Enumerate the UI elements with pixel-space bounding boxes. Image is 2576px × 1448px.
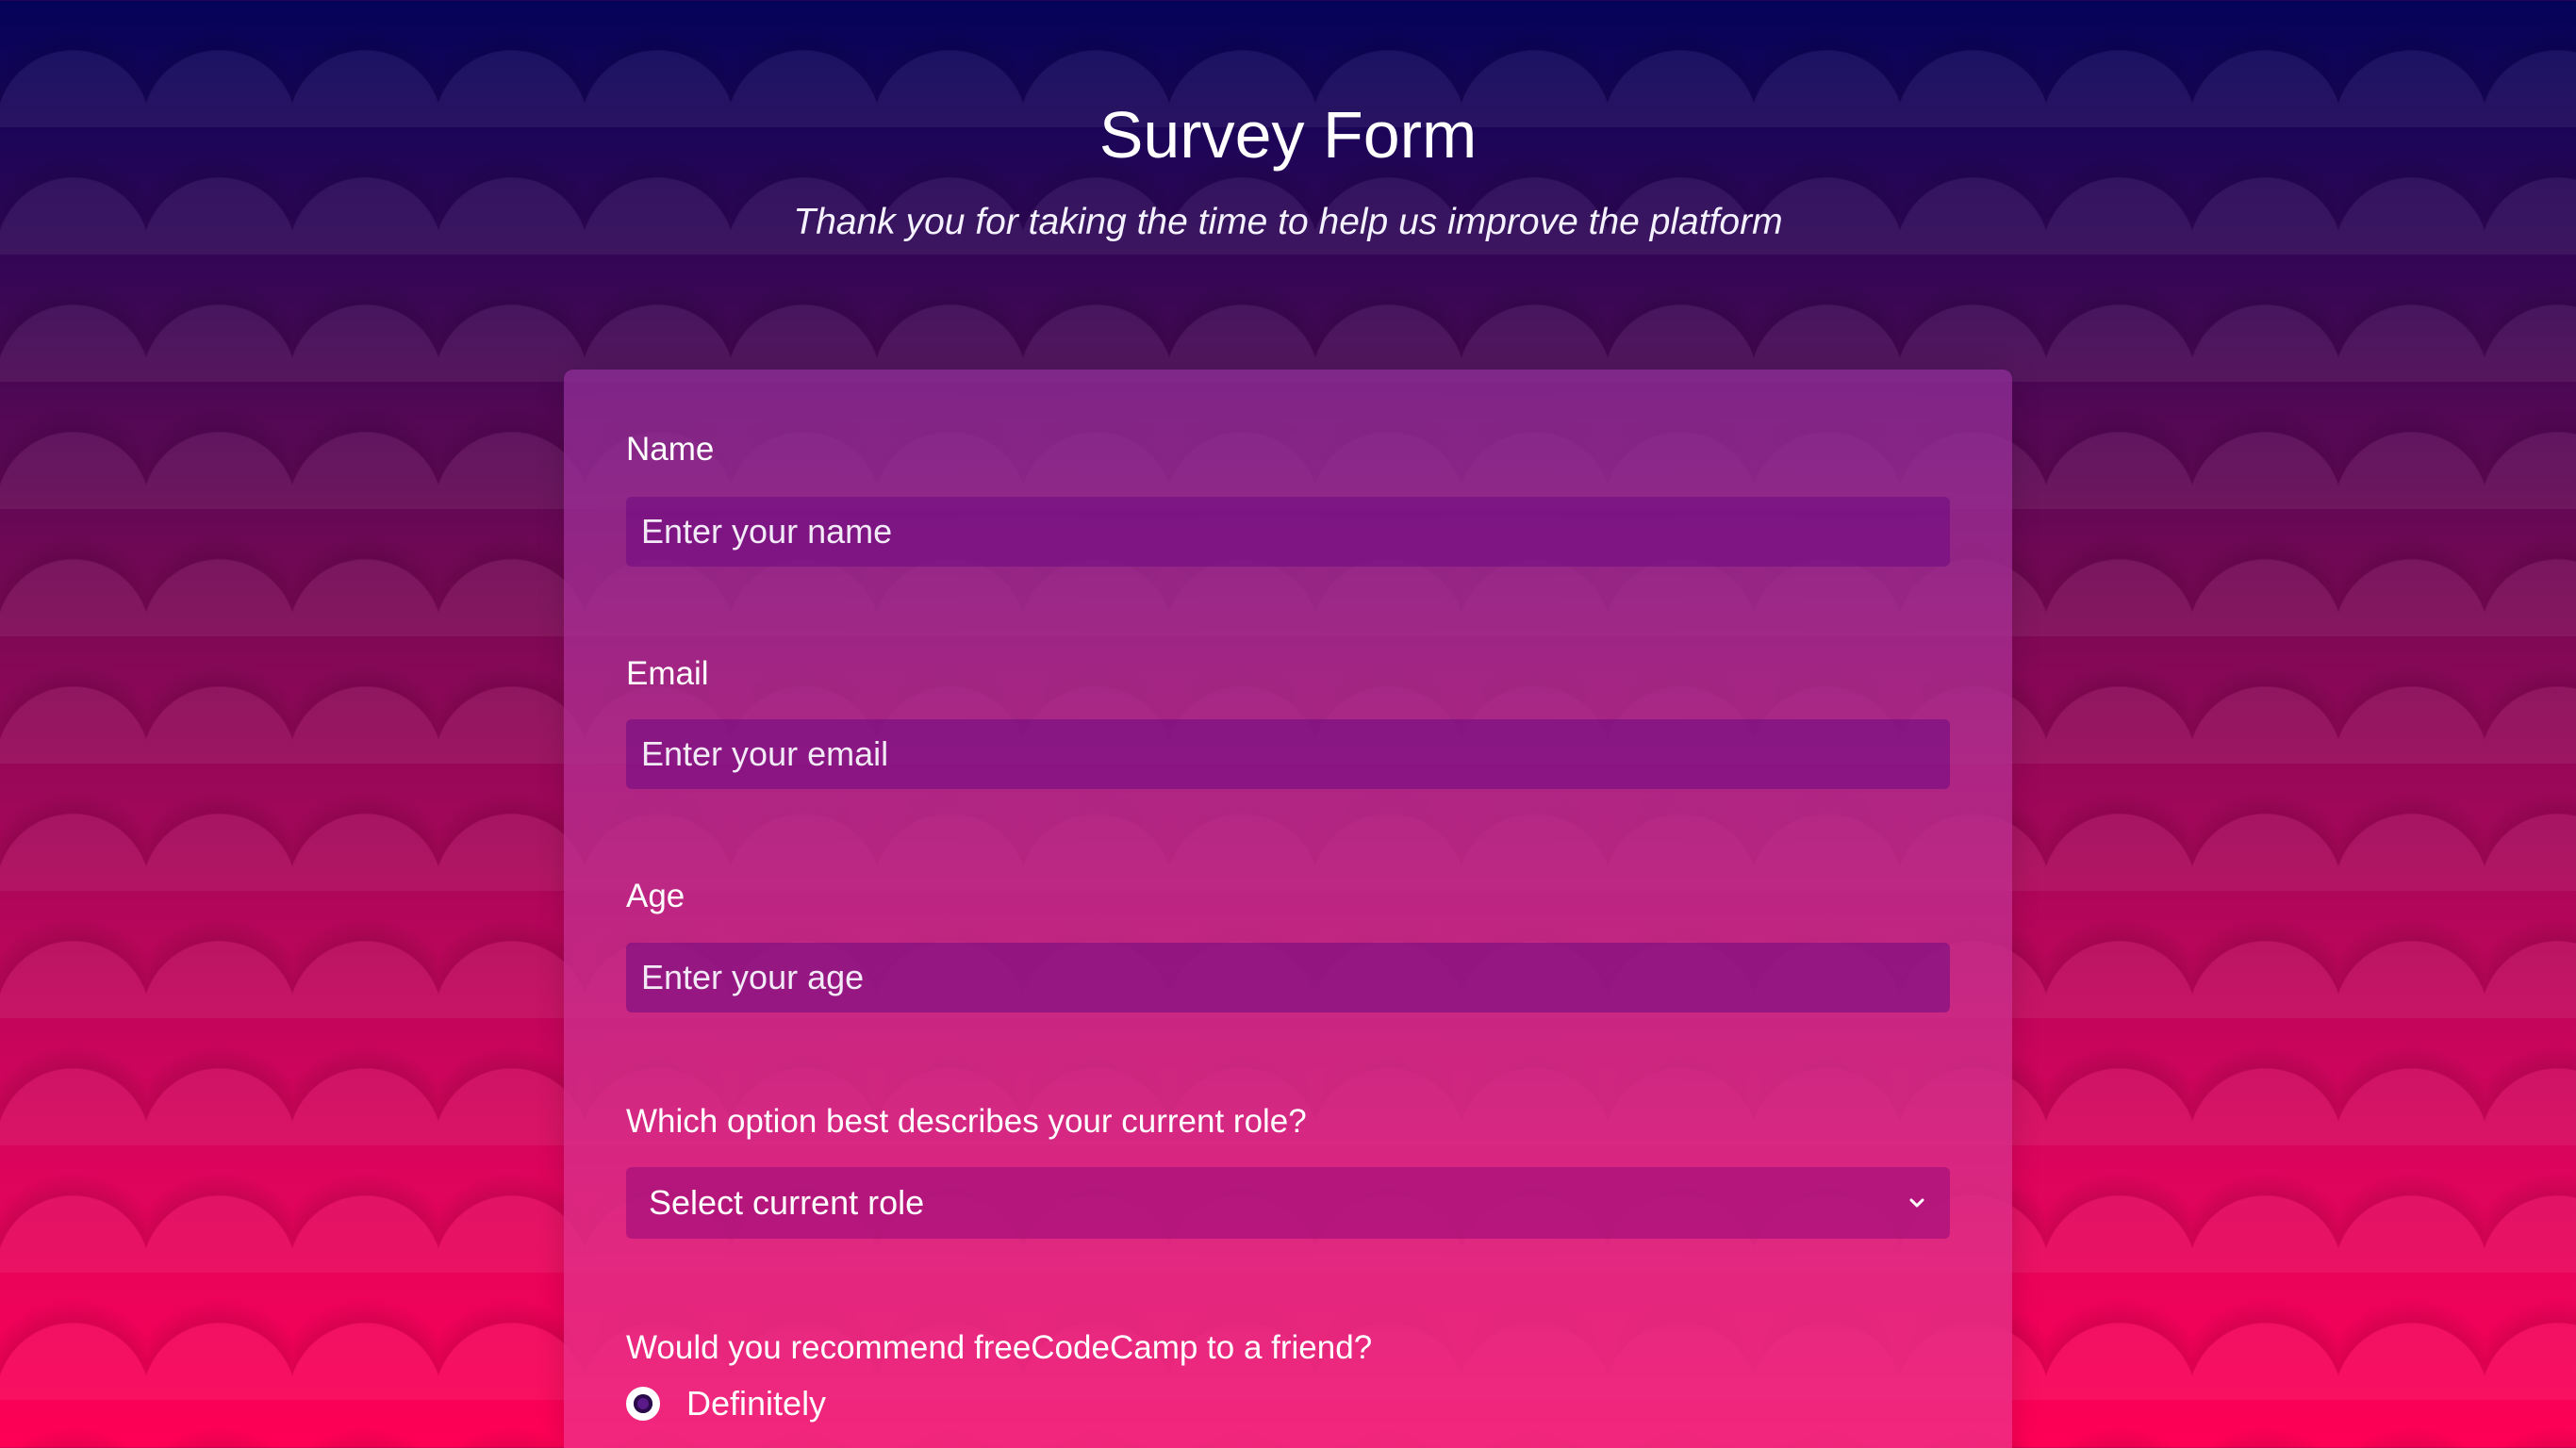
email-label: Email (626, 655, 709, 692)
name-input[interactable] (626, 497, 1950, 567)
role-question-label: Which option best describes your current… (626, 1103, 1307, 1140)
email-input[interactable] (626, 719, 1950, 789)
recommend-field-group: Would you recommend freeCodeCamp to a fr… (626, 1329, 1950, 1423)
radio-label-definitely: Definitely (686, 1384, 827, 1423)
age-input[interactable] (626, 943, 1950, 1012)
role-select[interactable]: Select current role (626, 1167, 1950, 1239)
radio-button[interactable] (626, 1387, 660, 1421)
age-label: Age (626, 878, 685, 914)
radio-option-definitely[interactable]: Definitely (626, 1384, 826, 1423)
page-description: Thank you for taking the time to help us… (793, 201, 1783, 242)
role-field-group: Which option best describes your current… (626, 1103, 1950, 1239)
chevron-down-icon (1909, 1198, 1924, 1208)
role-select-value: Select current role (649, 1183, 925, 1222)
survey-form: Name Email Age Which option best describ… (564, 370, 2012, 1448)
email-field-group: Email (626, 655, 1950, 789)
name-field-group: Name (626, 431, 1950, 567)
survey-header: Survey Form Thank you for taking the tim… (0, 94, 2576, 243)
age-field-group: Age (626, 878, 1950, 1012)
page-title: Survey Form (1098, 98, 1478, 172)
name-label: Name (626, 431, 715, 468)
recommend-question-label: Would you recommend freeCodeCamp to a fr… (626, 1329, 1373, 1366)
